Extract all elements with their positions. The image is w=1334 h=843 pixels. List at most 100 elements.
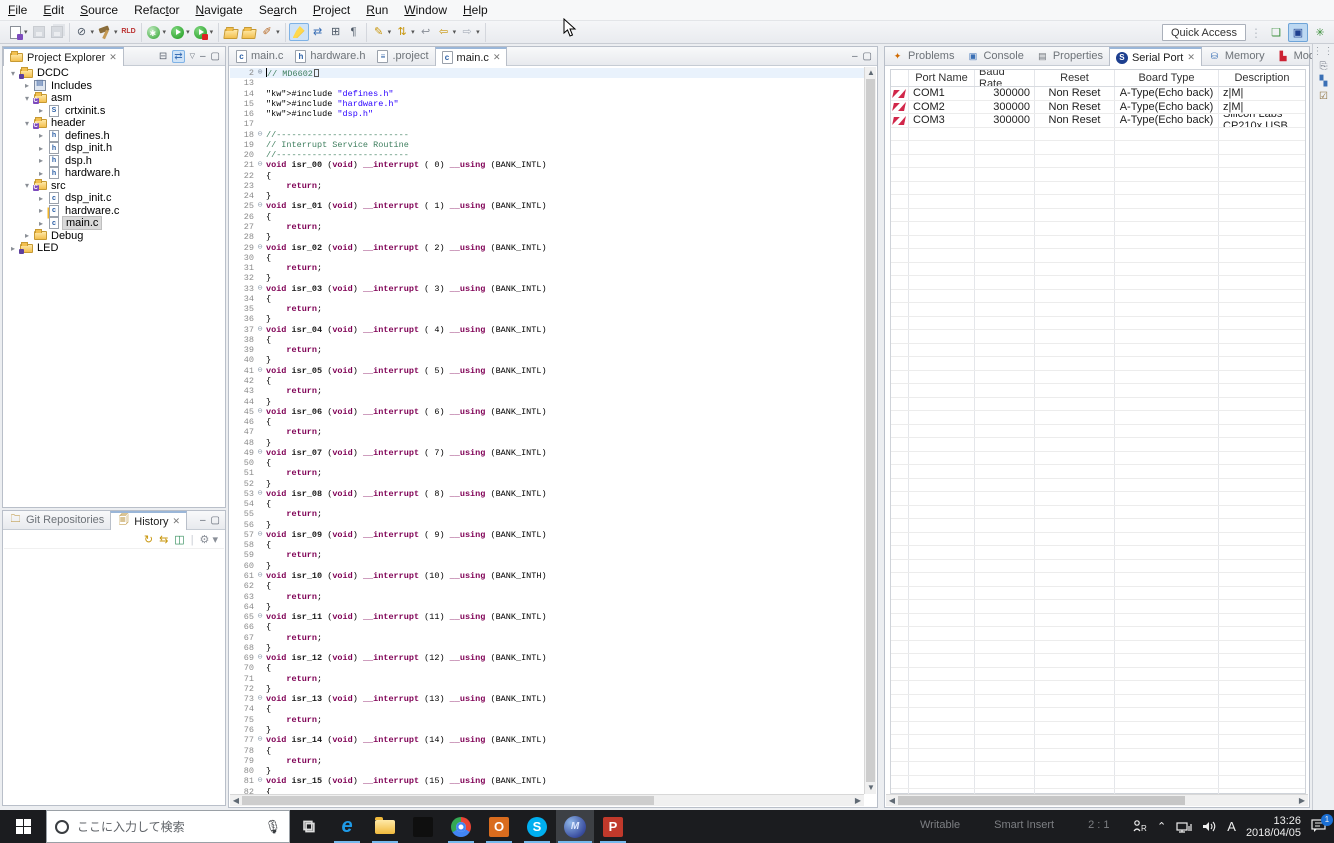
cpp-perspective-button[interactable]: ▣ (1288, 23, 1308, 42)
clock[interactable]: 13:26 2018/04/05 (1246, 815, 1301, 839)
code-line[interactable]: 55 return; (230, 509, 864, 519)
open-project-button[interactable] (240, 23, 258, 41)
collapse-arrow-icon[interactable]: ▾ (22, 94, 32, 103)
expand-arrow-icon[interactable]: ▸ (36, 219, 46, 228)
code-line[interactable]: 34 { (230, 294, 864, 304)
expand-arrow-icon[interactable]: ▸ (36, 131, 46, 140)
hidden-icons-chevron[interactable]: ⌃ (1157, 820, 1166, 833)
code-line[interactable]: 28} (230, 232, 864, 242)
back-button[interactable]: ⇦ ▾ (435, 23, 459, 41)
menu-file[interactable]: File (0, 1, 35, 19)
code-line[interactable]: 59 return; (230, 550, 864, 560)
code-line[interactable]: 73 ⊖ void isr_13 (void) __interrupt (13) _… (230, 694, 864, 704)
column-header-description[interactable]: Description (1219, 70, 1305, 86)
new-wizard-button[interactable]: ▾ (6, 23, 30, 41)
code-line[interactable]: 37 ⊖ void isr_04 (void) __interrupt ( 4) _… (230, 325, 864, 335)
load-builder-button[interactable]: RLD (120, 23, 138, 41)
fold-collapse-icon[interactable]: ⊖ (254, 160, 266, 170)
fold-collapse-icon[interactable]: ⊖ (254, 366, 266, 376)
code-line[interactable]: 58 { (230, 540, 864, 550)
code-line[interactable]: 57 ⊖ void isr_09 (void) __interrupt ( 9) _… (230, 530, 864, 540)
tree-item-dsp-init-h[interactable]: ▸ h dsp_init.h (4, 142, 224, 155)
code-line[interactable]: 74 { (230, 704, 864, 714)
code-line[interactable]: 38 { (230, 335, 864, 345)
external-tools-dropdown-icon[interactable]: ▾ (209, 28, 215, 36)
code-line[interactable]: 54 { (230, 499, 864, 509)
maximize-button[interactable]: ▢ (211, 51, 220, 62)
code-line[interactable]: 15 "kw">#include "hardware.h" (230, 99, 864, 109)
code-line[interactable]: 61 ⊖ void isr_10 (void) __interrupt (10) _… (230, 571, 864, 581)
fold-collapse-icon[interactable]: ⊖ (254, 776, 266, 786)
editor-vertical-scrollbar[interactable]: ▲ ▼ (864, 67, 876, 794)
tab-serial-port[interactable]: S Serial Port ✕ (1108, 47, 1202, 66)
code-line[interactable]: 65 ⊖ void isr_11 (void) __interrupt (11) _… (230, 612, 864, 622)
tab-console[interactable]: ▣ Console (960, 47, 1029, 65)
tab-project-explorer[interactable]: Project Explorer ✕ (3, 47, 124, 66)
expand-arrow-icon[interactable]: ▸ (36, 156, 46, 165)
code-line[interactable]: 63 return; (230, 592, 864, 602)
scroll-right-icon[interactable]: ▶ (852, 795, 864, 807)
edge-app[interactable]: e (328, 810, 366, 843)
code-line[interactable]: 29 ⊖ void isr_02 (void) __interrupt ( 2) _… (230, 243, 864, 253)
fold-collapse-icon[interactable]: ⊖ (254, 530, 266, 540)
menu-edit[interactable]: Edit (35, 1, 72, 19)
serial-port-row-com1[interactable]: COM1 300000 Non Reset A-Type(Echo back) z|M| (891, 87, 1305, 101)
code-line[interactable]: 35 return; (230, 304, 864, 314)
fold-collapse-icon[interactable]: ⊖ (254, 448, 266, 458)
forward-dropdown-icon[interactable]: ▾ (475, 28, 481, 36)
code-line[interactable]: 69 ⊖ void isr_12 (void) __interrupt (12) _… (230, 653, 864, 663)
code-line[interactable]: 82 { (230, 787, 864, 794)
tab-properties[interactable]: ▤ Properties (1030, 47, 1109, 65)
editor-tab-hardware-h[interactable]: h hardware.h (289, 47, 371, 65)
editor-tab-main-c[interactable]: c main.c ✕ (434, 47, 508, 66)
code-line[interactable]: 24} (230, 191, 864, 201)
code-line[interactable]: 80} (230, 766, 864, 776)
code-line[interactable]: 66 { (230, 622, 864, 632)
fold-collapse-icon[interactable]: ⊖ (254, 284, 266, 294)
code-line[interactable]: 60} (230, 561, 864, 571)
network-icon[interactable] (1176, 820, 1192, 834)
tree-item-includes[interactable]: ▸ Includes (4, 78, 224, 93)
build-button[interactable]: ▾ (96, 23, 120, 41)
filter-button[interactable]: ◫ (174, 533, 184, 546)
code-line[interactable]: 40} (230, 355, 864, 365)
fold-collapse-icon[interactable]: ⊖ (254, 325, 266, 335)
refresh-button[interactable]: ↻ (144, 533, 153, 546)
tree-item-hardware-c[interactable]: ▸ c hardware.c (4, 204, 224, 218)
expand-arrow-icon[interactable]: ▸ (36, 194, 46, 203)
tree-item-dsp-h[interactable]: ▸ h dsp.h (4, 154, 224, 168)
tree-item-header[interactable]: ▾ header (4, 116, 224, 130)
quick-access-box[interactable]: Quick Access (1161, 24, 1246, 41)
expand-arrow-icon[interactable]: ▸ (36, 206, 46, 215)
serial-port-row-com3[interactable]: COM3 300000 Non Reset A-Type(Echo back) Sili… (891, 114, 1305, 128)
tree-item-led[interactable]: ▸ LED (4, 241, 224, 255)
close-icon[interactable]: ✕ (109, 52, 117, 63)
code-line[interactable]: 33 ⊖ void isr_03 (void) __interrupt ( 3) _… (230, 284, 864, 294)
outline-view-icon[interactable]: ▚ (1320, 76, 1328, 87)
code-line[interactable]: 62 { (230, 581, 864, 591)
expand-arrow-icon[interactable]: ▸ (22, 81, 32, 90)
tree-item-crtxinit-s[interactable]: ▸ Scrtxinit.s (4, 104, 224, 118)
scroll-left-icon[interactable]: ◀ (886, 795, 898, 807)
build-dropdown-icon[interactable]: ▾ (113, 28, 119, 36)
code-line[interactable]: 39 return; (230, 345, 864, 355)
external-tools-button[interactable]: ▾ (192, 23, 216, 41)
collapse-all-button[interactable]: ⊟ (159, 51, 167, 62)
serial-port-row-com2[interactable]: COM2 300000 Non Reset A-Type(Echo back) z|M| (891, 100, 1305, 114)
tab-history[interactable]: 🗐 History ✕ (110, 511, 188, 530)
taskview-button[interactable]: ⧉ (290, 810, 328, 843)
chrome-app[interactable] (442, 810, 480, 843)
tree-item-defines-h[interactable]: ▸ h defines.h (4, 129, 224, 143)
tasks-view-icon[interactable]: ☑ (1319, 91, 1328, 102)
fold-expand-icon[interactable]: ⊕ (254, 68, 266, 78)
close-icon[interactable]: ✕ (1187, 52, 1195, 63)
link-editor-button[interactable]: ⇄ (309, 23, 327, 41)
expand-arrow-icon[interactable]: ▸ (36, 144, 46, 153)
code-line[interactable]: 13 (230, 78, 864, 88)
code-line[interactable]: 36} (230, 314, 864, 324)
microphone-icon[interactable]: 🎙 (264, 819, 281, 835)
debug-button[interactable]: ▾ (145, 23, 169, 42)
code-line[interactable]: 71 return; (230, 674, 864, 684)
code-line[interactable]: 18 ⊖//-------------------------- (230, 130, 864, 140)
fold-collapse-icon[interactable]: ⊖ (254, 735, 266, 745)
